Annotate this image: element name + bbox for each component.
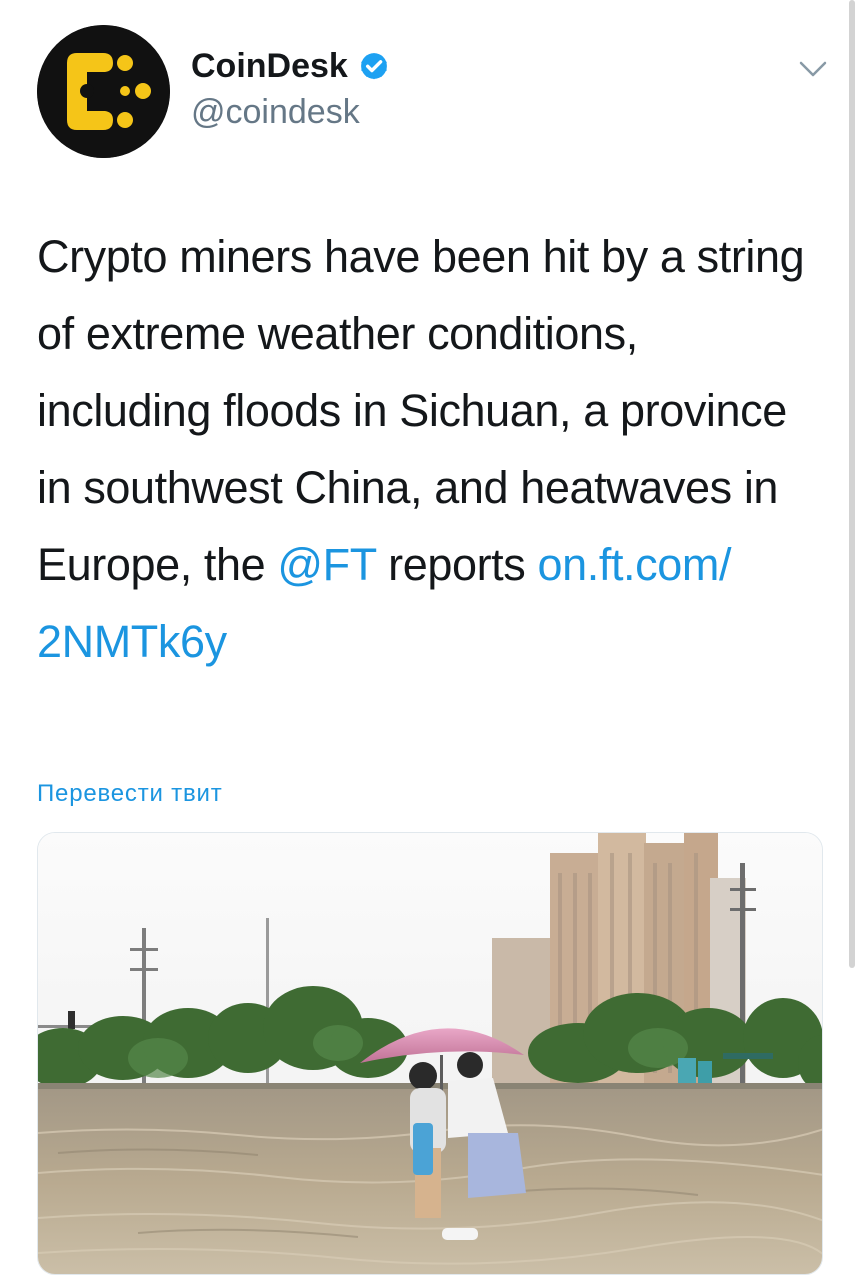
coindesk-logo-icon (37, 25, 170, 158)
tweet-text-body: Crypto miners have been hit by a string … (37, 231, 805, 590)
translate-tweet-link[interactable]: Перевести твит (37, 778, 223, 810)
verified-badge-icon (356, 48, 392, 84)
chevron-down-icon[interactable] (798, 58, 828, 80)
flood-photo (38, 833, 822, 1274)
author-handle[interactable]: @coindesk (191, 91, 360, 133)
avatar[interactable] (37, 25, 170, 158)
author-name-row[interactable]: CoinDesk (191, 45, 392, 87)
tweet-media-photo[interactable] (37, 832, 823, 1275)
mention-link[interactable]: @FT (277, 539, 376, 590)
tweet-text: Crypto miners have been hit by a string … (37, 218, 817, 680)
author-display-name[interactable]: CoinDesk (191, 45, 348, 87)
scrollbar[interactable] (849, 0, 855, 968)
tweet-text-tail: reports (376, 539, 538, 590)
